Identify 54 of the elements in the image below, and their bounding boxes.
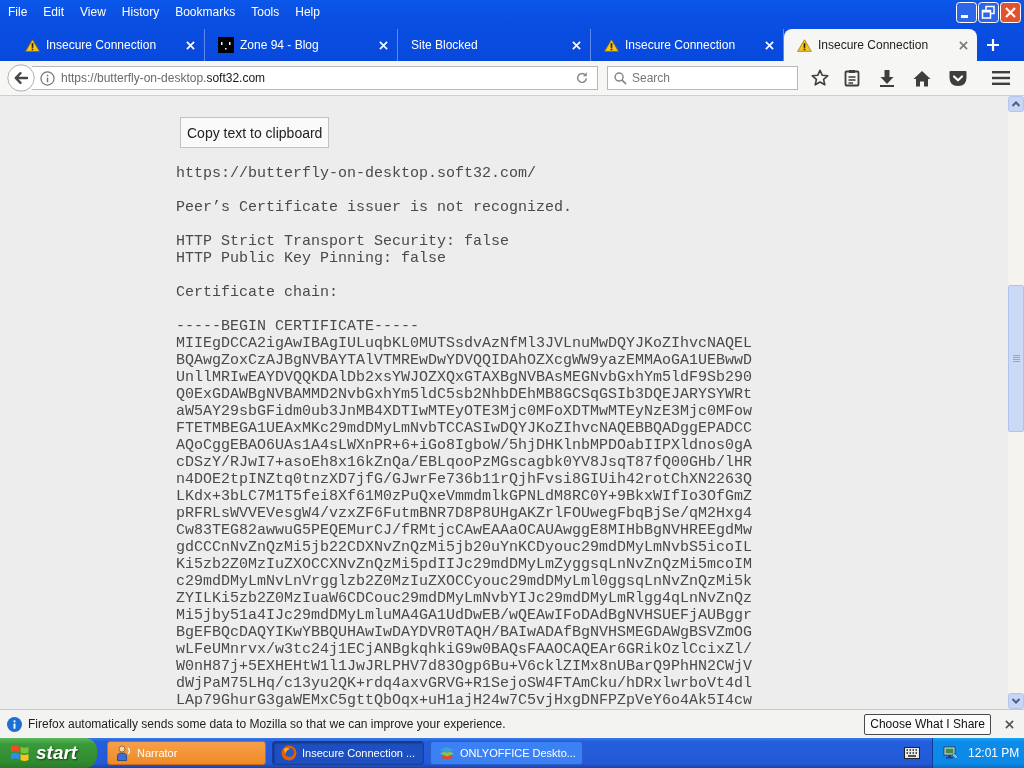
site-favicon-icon bbox=[218, 37, 234, 53]
stacked-layers-icon bbox=[439, 745, 455, 761]
address-field[interactable]: https://butterfly-on-desktop.soft32.com bbox=[32, 66, 598, 90]
menu-item[interactable]: Help bbox=[287, 3, 328, 22]
error-text: Peer’s Certificate issuer is not recognized. bbox=[176, 199, 573, 216]
site-url-text: https://butterfly-on-desktop.soft32.com/ bbox=[176, 165, 537, 182]
scroll-down-icon[interactable] bbox=[1008, 693, 1024, 709]
monitor-icon[interactable] bbox=[943, 745, 959, 761]
certificate-text: -----BEGIN CERTIFICATE----- MIIEgDCCA2igAwIBAgIULuqbKL0MUTSsdvAzNfMl3JVLnuMwDQYJKoZIhvcNAQEL BQAwgZoxCzAJBgNVBAYTAlVTMREwDwYDVQQIDAhOZXcgWW9yazEMMAoGA1UEBwwD UnllMRIwEAYDVQQKDAlDb2xsYWJOZXQxGTAXBgNVBAsMEGNvbGxhYm5ldF9Sb290 Q0ExGDAWBgNVBAMMD2NvbGxhYm5ldC5sb2NhbDEhMB8GCSqGSIb3DQEJARYSYWRt aW5AY29sbGFidm0ub3JnMB4XDTIwMTEyOTE3Mjc0MFoXDTMwMTEyNzE3Mjc0MFow FTETMBEGA1UEAxMKc29mdDMyLmNvbTCCASIwDQYJKoZIhvcNAQEBBQADggEPADCC AQoCggEBAO6UAs1A4sLWXnPR+6+iGo8IgboW/5hjDHKlnbMPDOabIIPXldnos0gA cDSzY/RJwI7+asoEh8x16kZnQa/EBLqooPzMGscagbk0YV8JsqT87fQ00GHb/lHR n4DOE2tpINZtq0tnzXD7jfG/GJwrFe736b11rQjhFvsi8GIUih42rotChXN2263Q LKdx+3bLC7M1T5fei8Xf61M0zPuQxeVmmdmlkGPNLdM8RC0Y+9BkxWIfIo3OfGmZ pRFRLsWVVEVesgW4/vzxZF6FutmBNR7D8P8UHgAKZrlFOUwegFbqBjSe/qM2Hxg4 Cw83TEG82awwuG5PEQEMurCJ/fRMtjcCAwEAAaOCAUAwggE8MIHbBgNVHREEgdMw gdCCCnNvZnQzMi5jb22CDXNvZnQzMi5jb20uYnKCDyouc29mdDMyLmNvbS5icoIL Ki5zb2Z0MzIuZXOCCXNvZnQzMi5pdIIJc29mdDMyLmZyggsqLnNvZnQzMi5mcoIM c29mdDMyLmNvLnVrgglzb2Z0MzIuZXOCCyouc29mdDMyLml0ggsqLnNvZnQzMi5k ZYILKi5zb2Z0MzIuaW6CDCouc29mdDMyLmNvbYIJc29mdDMyLmRlgg4qLnNvZnQz Mi5jby51a4IJc29mdDMyLmluMA4GA1UdDwEB/wQEAwIFoDAdBgNVHSUEFjAUBggr BgEFBQcDAQYIKwYBBQUHAwIwDAYDVR0TAQH/BAIwADAfBgNVHSMEGDAWgBSVZmOG wLFeUMnrvx/w3tc24j1ECjANBgkqhkiG9w0BAQsFAAOCAQEAr6GRikOzlCcixZl/ W0nH87j+5EXHEHtW1l1JwJRLPHV7d83Ogp6Bu+V6cklZIMx8nUBarQ9PhHN2CWjV dWjPaM75LHq/c13yu2QK+rdq4axvGRVG+R1SejoSW4FTAmCku/hDRxlwrboVt4dl LAp79GhurG3gaWEMxC5gttQbOqx+uH1ajH24w7C5vjHxgDNFPZpVeY6o4Ak5I4cw bbox=[176, 318, 753, 709]
restore-icon[interactable] bbox=[978, 2, 999, 23]
plus-icon[interactable] bbox=[987, 39, 999, 51]
search-icon bbox=[614, 71, 627, 85]
notification-message: Firefox automatically sends some data to Mozilla so that we can improve your experience. bbox=[28, 717, 507, 731]
choose-share-button[interactable]: Choose What I Share bbox=[864, 713, 991, 735]
flag-icon bbox=[10, 744, 30, 762]
clock-text: 12:01 PM bbox=[968, 746, 1020, 760]
menu-item[interactable]: View bbox=[72, 3, 114, 22]
clipboard-icon[interactable] bbox=[844, 69, 860, 87]
menu-item[interactable]: Edit bbox=[35, 3, 73, 22]
security-status-text: HTTP Public Key Pinning: false bbox=[176, 250, 448, 267]
warning-icon bbox=[797, 38, 812, 52]
info-icon[interactable] bbox=[40, 70, 55, 86]
home-icon[interactable] bbox=[913, 69, 931, 87]
person-icon bbox=[116, 745, 132, 761]
taskbar-button[interactable]: Insecure Connection ... bbox=[272, 741, 424, 765]
menu-item[interactable]: Tools bbox=[243, 3, 288, 22]
close-tab-icon[interactable] bbox=[959, 40, 968, 50]
chain-heading: Certificate chain: bbox=[176, 284, 339, 301]
menu-item[interactable]: Bookmarks bbox=[167, 3, 244, 22]
globe-icon bbox=[281, 745, 297, 761]
menu-icon[interactable] bbox=[992, 70, 1010, 86]
bookmark-star-icon[interactable] bbox=[811, 69, 829, 87]
close-icon[interactable] bbox=[1005, 719, 1014, 729]
info-icon bbox=[7, 716, 22, 732]
scrollbar-thumb[interactable] bbox=[1008, 285, 1024, 432]
keyboard-icon[interactable] bbox=[904, 747, 920, 759]
menu-item[interactable]: File bbox=[0, 3, 36, 22]
taskbar-button[interactable]: ONLYOFFICE Deskto... bbox=[430, 741, 583, 765]
close-window-icon[interactable] bbox=[1000, 2, 1021, 23]
warning-icon bbox=[604, 38, 619, 52]
search-field[interactable]: Search bbox=[607, 66, 798, 90]
shield-chevron-icon[interactable] bbox=[949, 69, 967, 87]
warning-icon bbox=[25, 38, 40, 52]
tab[interactable]: Insecure Connection bbox=[784, 29, 977, 61]
reload-icon[interactable] bbox=[575, 71, 589, 85]
scrollbar[interactable] bbox=[1008, 96, 1024, 709]
scroll-up-icon[interactable] bbox=[1008, 96, 1024, 112]
back-icon[interactable] bbox=[7, 64, 35, 92]
minimize-icon[interactable] bbox=[956, 2, 977, 23]
start-button[interactable]: start bbox=[0, 738, 97, 768]
download-icon[interactable] bbox=[879, 69, 895, 87]
security-status-text: HTTP Strict Transport Security: false bbox=[176, 233, 510, 250]
menu-item[interactable]: History bbox=[113, 3, 168, 22]
copy-button[interactable]: Copy text to clipboard bbox=[180, 117, 330, 148]
